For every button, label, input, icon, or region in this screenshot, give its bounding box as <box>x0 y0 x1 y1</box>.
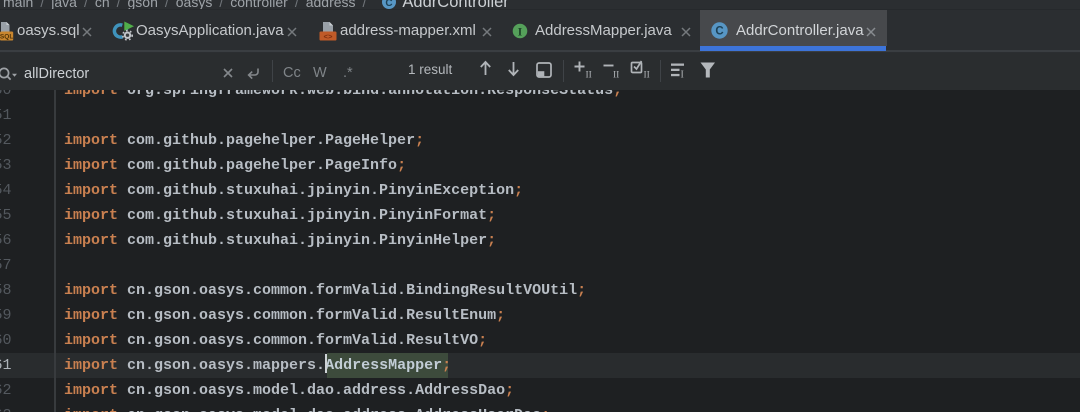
svg-text:C: C <box>385 0 392 9</box>
svg-text:SQL: SQL <box>0 34 13 41</box>
svg-text:C: C <box>715 26 723 38</box>
svg-text:I: I <box>681 70 684 81</box>
svg-text:II: II <box>586 71 592 81</box>
svg-text:II: II <box>644 71 650 81</box>
svg-text:<>: <> <box>323 34 333 41</box>
svg-text:I: I <box>518 24 523 38</box>
svg-text:II: II <box>613 71 619 81</box>
